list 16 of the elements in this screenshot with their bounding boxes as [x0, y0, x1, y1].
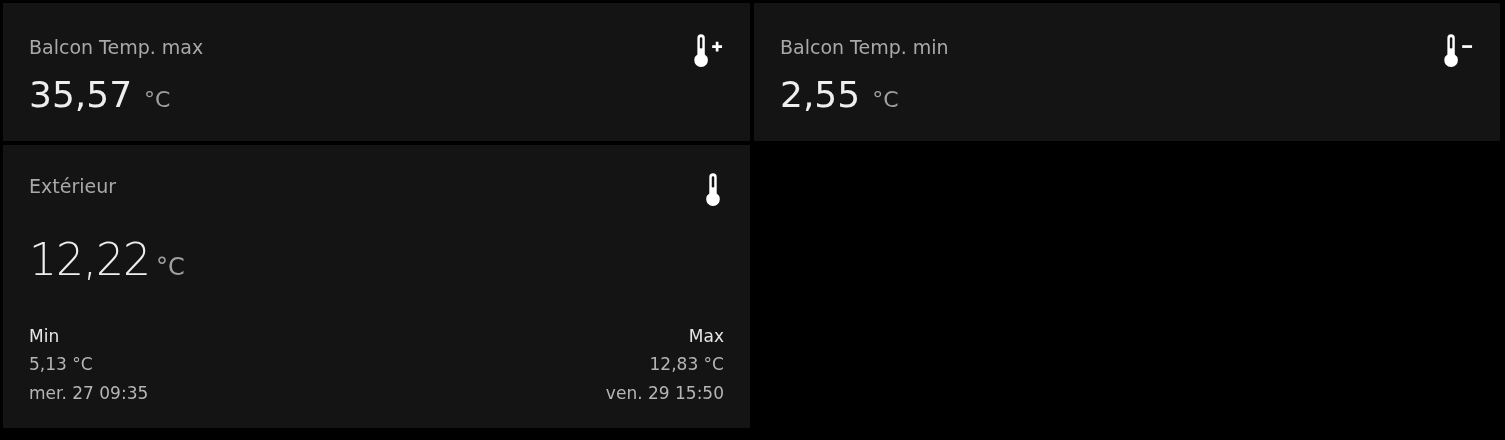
- unit-label: °C: [872, 87, 899, 112]
- thermometer-icon: [703, 172, 723, 209]
- stat-label: Max: [687, 325, 724, 348]
- tile-title: Balcon Temp. max: [29, 36, 204, 58]
- stat-time: ven. 29 15:50: [605, 382, 724, 405]
- unit-label: °C: [144, 87, 171, 112]
- stat-time: mer. 27 09:35: [29, 382, 149, 405]
- tile-title: Balcon Temp. min: [780, 36, 949, 58]
- temperature-value: 2,55: [780, 74, 861, 116]
- stat-value: 12,83 °C: [648, 353, 724, 376]
- temperature-value: 12,22: [29, 239, 150, 281]
- unit-label: °C: [155, 253, 185, 281]
- stat-value: 5,13 °C: [29, 353, 94, 376]
- stat-label: Min: [29, 325, 61, 348]
- tile-title: Extérieur: [29, 175, 117, 197]
- temperature-value: 35,57: [29, 74, 133, 116]
